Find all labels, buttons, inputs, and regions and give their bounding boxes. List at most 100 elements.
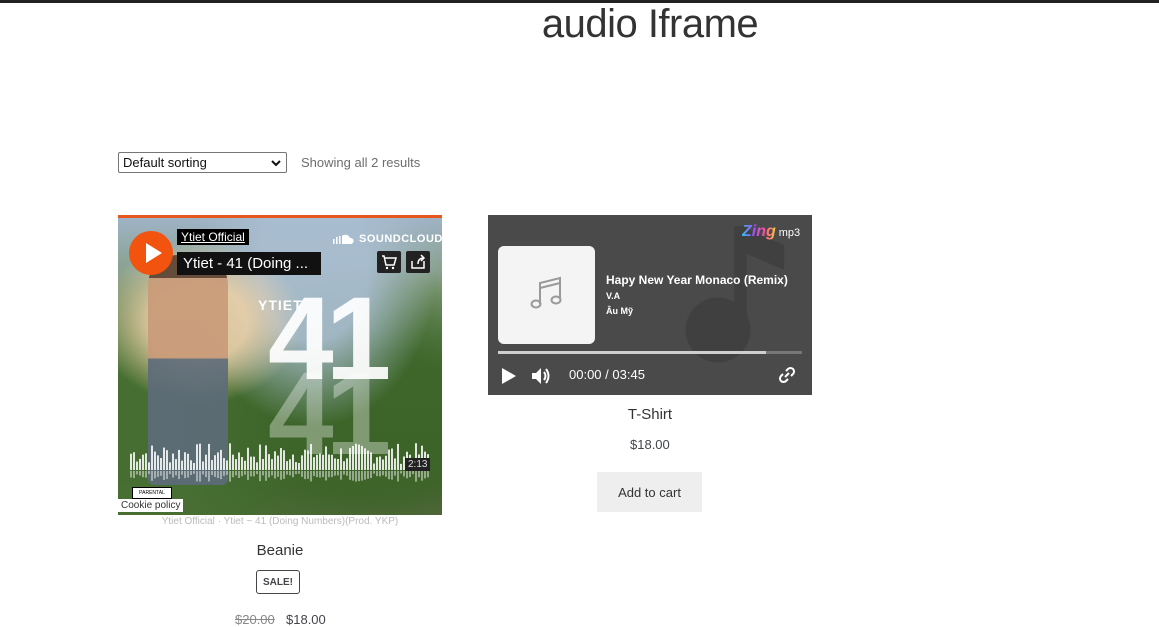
waveform-bar [235,459,237,470]
waveform-bar [181,460,183,470]
waveform-bar [157,455,159,470]
waveform-bar-reflection [268,471,270,478]
waveform-bar-reflection [370,471,372,479]
waveform-bar-reflection [211,471,213,475]
waveform-bar-reflection [256,471,258,475]
waveform-bar-reflection [301,471,303,477]
waveform-bar-reflection [406,471,408,479]
waveform-bar [385,455,387,470]
waveform-bar-reflection [271,471,273,476]
waveform-bar [193,462,195,470]
track-duration: 2:13 [405,458,431,471]
waveform-bar-reflection [367,471,369,479]
waveform-bar-reflection [184,471,186,479]
waveform-bar-reflection [187,471,189,478]
waveform-bar [400,463,402,470]
play-button[interactable] [129,231,173,275]
waveform-bar [184,452,186,470]
waveform-bar [280,448,282,470]
waveform-bar-reflection [229,471,231,482]
waveform-bar [190,460,192,470]
soundcloud-track-title[interactable]: Ytiet - 41 (Doing ... [177,252,321,275]
waveform-bar-reflection [145,471,147,478]
waveform-bar [355,443,357,470]
waveform-bar-reflection [232,471,234,478]
zing-mp3-logo[interactable]: Zing mp3 [742,223,800,241]
waveform-bar-reflection [379,471,381,477]
caption-track-link[interactable]: Ytiet ~ 41 (Doing Numbers)(Prod. YKP) [224,516,399,527]
waveform-bar [148,462,150,470]
waveform-bar-reflection [223,471,225,476]
waveform-bar [367,450,369,470]
waveform-bar-reflection [424,471,426,479]
song-artist: V.A [606,291,621,301]
waveform-bar [154,451,156,470]
waveform-bar-reflection [163,471,165,480]
waveform-bar [166,450,168,470]
waveform-bar-reflection [259,471,261,482]
waveform-bar [286,461,288,470]
waveform-bar-reflection [148,471,150,475]
progress-bar[interactable] [498,351,802,354]
waveform-bar [172,453,174,470]
link-icon[interactable] [778,366,796,384]
waveform-bar [277,455,279,470]
waveform-bar-reflection [157,471,159,477]
waveform-bar [292,454,294,470]
waveform-bar [208,443,210,470]
waveform-bar-reflection [139,471,141,476]
cookie-policy-link[interactable]: Cookie policy [118,499,184,512]
waveform-bar [133,452,135,470]
waveform-bar-reflection [421,471,423,481]
zing-mp3-embed[interactable]: Zing mp3 Hapy New Year Monaco (Remix) V.… [488,215,812,395]
waveform-bar [169,462,171,470]
waveform-bar [334,458,336,470]
waveform-bar-reflection [394,471,396,476]
waveform-bar-reflection [307,471,309,479]
product-title-tshirt[interactable]: T-Shirt [488,406,812,423]
soundcloud-logo[interactable]: SOUNDCLOUD [333,233,442,245]
soundcloud-user-link[interactable]: Ytiet Official [177,229,249,245]
caption-user-link[interactable]: Ytiet Official [162,516,215,527]
soundcloud-cloud-icon [333,234,354,244]
share-icon [411,254,426,269]
waveform-bar-reflection [364,471,366,480]
waveform-bar-reflection [142,471,144,478]
waveform-bar [382,459,384,470]
share-button[interactable] [406,251,430,273]
waveform-bar-reflection [340,471,342,480]
waveform-bar [349,447,351,470]
buy-button[interactable] [377,251,401,273]
volume-icon[interactable] [530,365,552,387]
waveform-bar-reflection [295,471,297,475]
waveform-bar [139,458,141,470]
waveform-bar-reflection [322,471,324,478]
waveform-bar-reflection [319,471,321,478]
waveform-bar-reflection [235,471,237,476]
waveform-bar-reflection [217,471,219,479]
song-genre: Âu Mỹ [606,306,633,316]
waveform-bar-reflection [226,471,228,475]
product-title-beanie[interactable]: Beanie [118,542,442,559]
waveform[interactable] [130,440,430,482]
waveform-bar [346,458,348,470]
add-to-cart-button[interactable]: Add to cart [597,472,702,512]
waveform-bar-reflection [298,471,300,474]
waveform-bar-reflection [265,471,267,481]
total-time: 03:45 [612,367,645,382]
soundcloud-embed[interactable]: YTIET 41 41 Ytiet Official Ytiet - 41 (D… [118,215,442,515]
waveform-bar [220,449,222,470]
waveform-bar [211,460,213,470]
waveform-bar-reflection [310,471,312,482]
waveform-bar [253,456,255,470]
play-icon[interactable] [500,366,518,386]
waveform-bar-reflection [391,471,393,480]
waveform-bar-reflection [313,471,315,477]
waveform-bar-reflection [418,471,420,478]
waveform-bar-reflection [175,471,177,476]
waveform-bar [145,453,147,470]
sort-select[interactable]: Default sorting [118,152,287,173]
waveform-bar [352,445,354,470]
waveform-bar [313,457,315,470]
waveform-bar-reflection [400,471,402,474]
